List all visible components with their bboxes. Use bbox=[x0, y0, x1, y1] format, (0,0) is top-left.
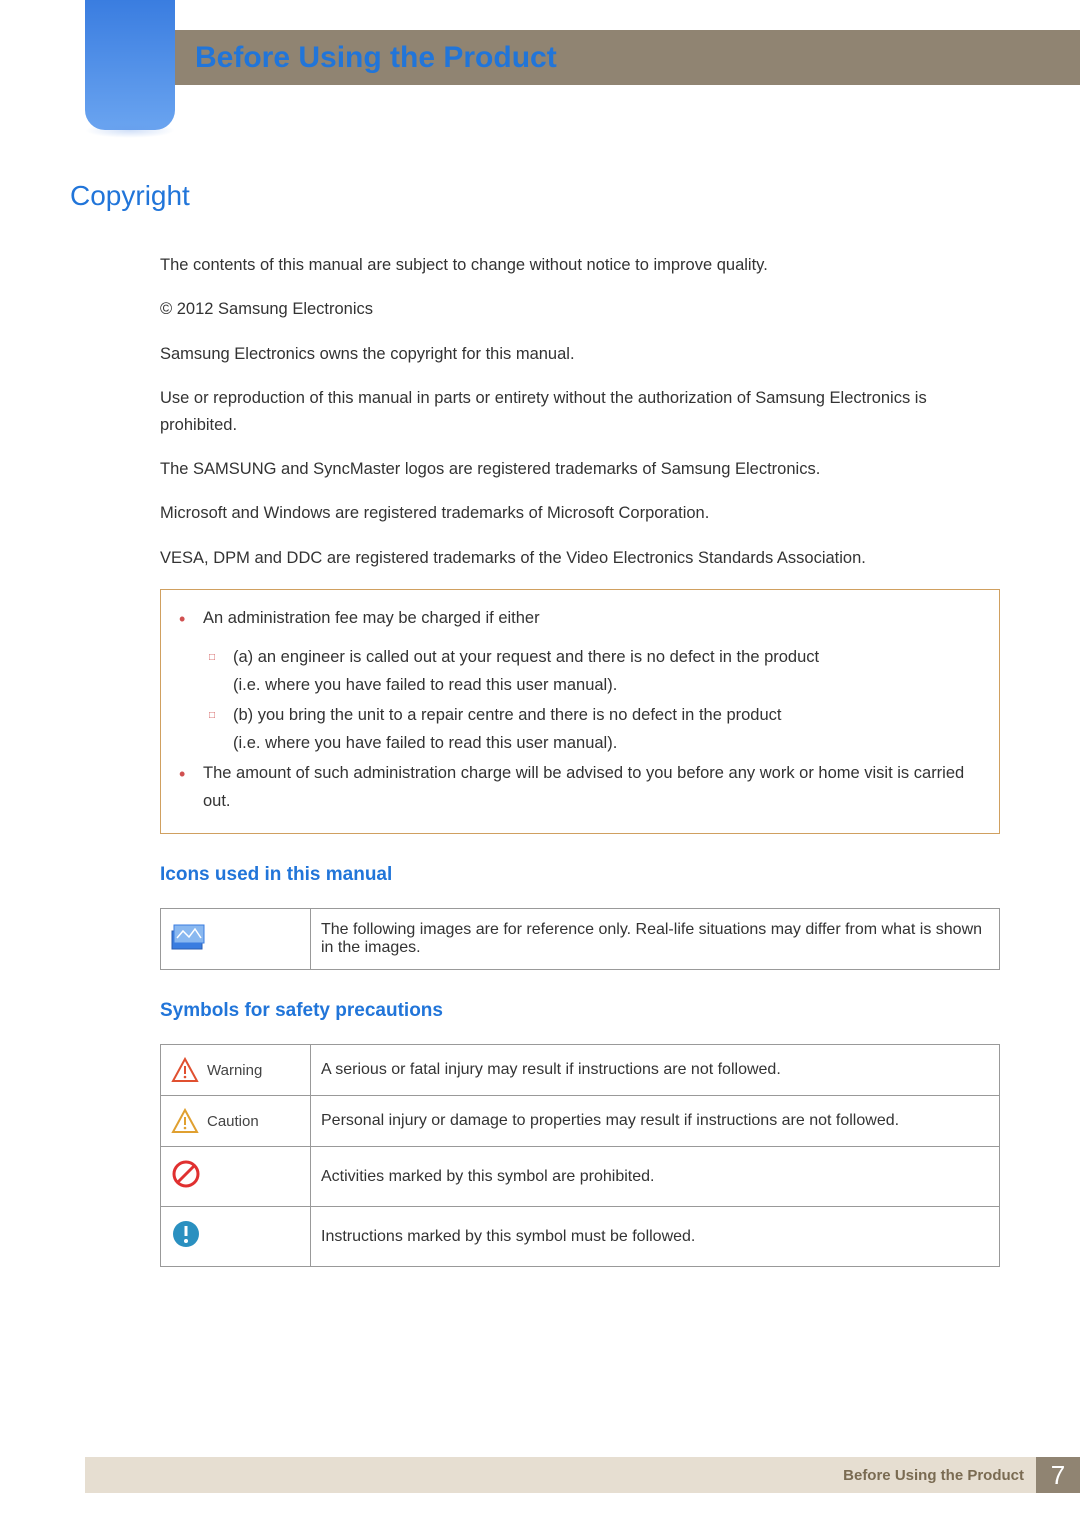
chapter-tab bbox=[85, 0, 175, 130]
warning-triangle-icon bbox=[171, 1057, 199, 1083]
footer-chapter-label: Before Using the Product bbox=[843, 1467, 1024, 1484]
page-number: 7 bbox=[1036, 1457, 1080, 1493]
icon-cell: Caution bbox=[161, 1096, 311, 1147]
sub-bullet-text: (i.e. where you have failed to read this… bbox=[233, 671, 819, 699]
symbol-description: Instructions marked by this symbol must … bbox=[311, 1207, 1000, 1267]
sub-bullet-item: □ (a) an engineer is called out at your … bbox=[203, 643, 987, 699]
icons-table: The following images are for reference o… bbox=[160, 908, 1000, 970]
page-content: Copyright The contents of this manual ar… bbox=[70, 180, 1010, 1297]
prohibited-icon bbox=[171, 1159, 201, 1189]
paragraph: Use or reproduction of this manual in pa… bbox=[160, 385, 1000, 438]
caution-label: Caution bbox=[207, 1113, 259, 1130]
symbol-description: A serious or fatal injury may result if … bbox=[311, 1045, 1000, 1096]
paragraph: Microsoft and Windows are registered tra… bbox=[160, 500, 1000, 526]
sub-bullet-icon: □ bbox=[203, 643, 233, 699]
symbols-table: Warning A serious or fatal injury may re… bbox=[160, 1044, 1000, 1267]
bullet-item: • The amount of such administration char… bbox=[173, 759, 987, 815]
section-title: Copyright bbox=[70, 180, 1010, 212]
icon-description: The following images are for reference o… bbox=[311, 909, 1000, 970]
chapter-title: Before Using the Product bbox=[195, 41, 557, 75]
bullet-icon: • bbox=[173, 604, 203, 635]
bullet-text: The amount of such administration charge… bbox=[203, 759, 987, 815]
table-row: Caution Personal injury or damage to pro… bbox=[161, 1096, 1000, 1147]
table-row: Instructions marked by this symbol must … bbox=[161, 1207, 1000, 1267]
warning-label: Warning bbox=[207, 1062, 262, 1079]
note-image-icon bbox=[171, 924, 205, 950]
icon-cell: Warning bbox=[161, 1045, 311, 1096]
must-follow-icon bbox=[171, 1219, 201, 1249]
sub-bullet-icon: □ bbox=[203, 701, 233, 757]
table-row: The following images are for reference o… bbox=[161, 909, 1000, 970]
symbol-description: Activities marked by this symbol are pro… bbox=[311, 1147, 1000, 1207]
table-row: Warning A serious or fatal injury may re… bbox=[161, 1045, 1000, 1096]
body-text-block: The contents of this manual are subject … bbox=[160, 252, 1000, 1267]
caution-triangle-icon bbox=[171, 1108, 199, 1134]
sub-bullet-item: □ (b) you bring the unit to a repair cen… bbox=[203, 701, 987, 757]
icon-cell bbox=[161, 1147, 311, 1207]
paragraph: The SAMSUNG and SyncMaster logos are reg… bbox=[160, 456, 1000, 482]
paragraph: © 2012 Samsung Electronics bbox=[160, 296, 1000, 322]
paragraph: The contents of this manual are subject … bbox=[160, 252, 1000, 278]
sub-section-title: Icons used in this manual bbox=[160, 864, 1000, 886]
paragraph: Samsung Electronics owns the copyright f… bbox=[160, 341, 1000, 367]
symbol-description: Personal injury or damage to properties … bbox=[311, 1096, 1000, 1147]
header-bar: Before Using the Product bbox=[85, 30, 1080, 85]
bullet-icon: • bbox=[173, 759, 203, 815]
sub-bullet-text: (b) you bring the unit to a repair centr… bbox=[233, 701, 782, 729]
paragraph: VESA, DPM and DDC are registered tradema… bbox=[160, 545, 1000, 571]
admin-fee-box: • An administration fee may be charged i… bbox=[160, 589, 1000, 834]
bullet-item: • An administration fee may be charged i… bbox=[173, 604, 987, 635]
bullet-text: An administration fee may be charged if … bbox=[203, 604, 540, 635]
icon-cell bbox=[161, 909, 311, 970]
footer-bar: Before Using the Product 7 bbox=[85, 1457, 1080, 1493]
table-row: Activities marked by this symbol are pro… bbox=[161, 1147, 1000, 1207]
sub-bullet-text: (i.e. where you have failed to read this… bbox=[233, 729, 782, 757]
sub-section-title: Symbols for safety precautions bbox=[160, 1000, 1000, 1022]
sub-bullet-text: (a) an engineer is called out at your re… bbox=[233, 643, 819, 671]
icon-cell bbox=[161, 1207, 311, 1267]
